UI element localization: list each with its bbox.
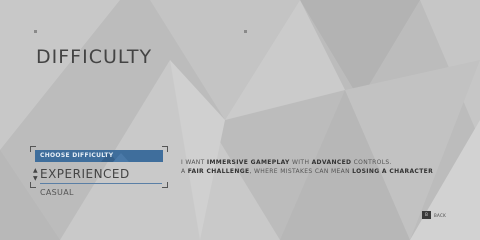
difficulty-option-casual[interactable]: CASUAL <box>40 188 74 197</box>
description-text: I WANT <box>181 159 207 166</box>
description-highlight: IMMERSIVE GAMEPLAY <box>206 159 290 166</box>
back-button-key-icon[interactable]: B <box>422 211 431 219</box>
difficulty-header-bar: CHOOSE DIFFICULTY <box>35 150 163 162</box>
difficulty-description-line-2: A FAIR CHALLENGE, WHERE MISTAKES CAN MEA… <box>181 168 433 175</box>
description-text: CONTROLS. <box>351 159 392 166</box>
arrow-up-icon[interactable]: ▲ <box>33 168 38 174</box>
back-button-label[interactable]: BACK <box>434 213 446 218</box>
page-title: DIFFICULTY <box>36 46 153 68</box>
description-text: A <box>181 168 188 175</box>
hud-corner-marker <box>244 30 247 33</box>
description-highlight: FAIR CHALLENGE <box>187 168 250 175</box>
selection-underline <box>40 183 162 184</box>
hud-corner-marker <box>34 30 37 33</box>
arrow-down-icon[interactable]: ▼ <box>33 176 38 182</box>
selected-difficulty[interactable]: EXPERIENCED <box>40 167 130 181</box>
frame-corner <box>30 182 36 188</box>
background-geometric-pattern <box>0 0 480 240</box>
description-text: , WHERE MISTAKES CAN MEAN <box>249 168 353 175</box>
difficulty-header-label: CHOOSE DIFFICULTY <box>40 152 114 159</box>
description-text: WITH <box>289 159 312 166</box>
frame-corner <box>162 182 168 188</box>
description-highlight: LOSING A CHARACTER <box>352 168 434 175</box>
difficulty-description-line-1: I WANT IMMERSIVE GAMEPLAY WITH ADVANCED … <box>181 159 392 166</box>
description-highlight: ADVANCED <box>311 159 352 166</box>
